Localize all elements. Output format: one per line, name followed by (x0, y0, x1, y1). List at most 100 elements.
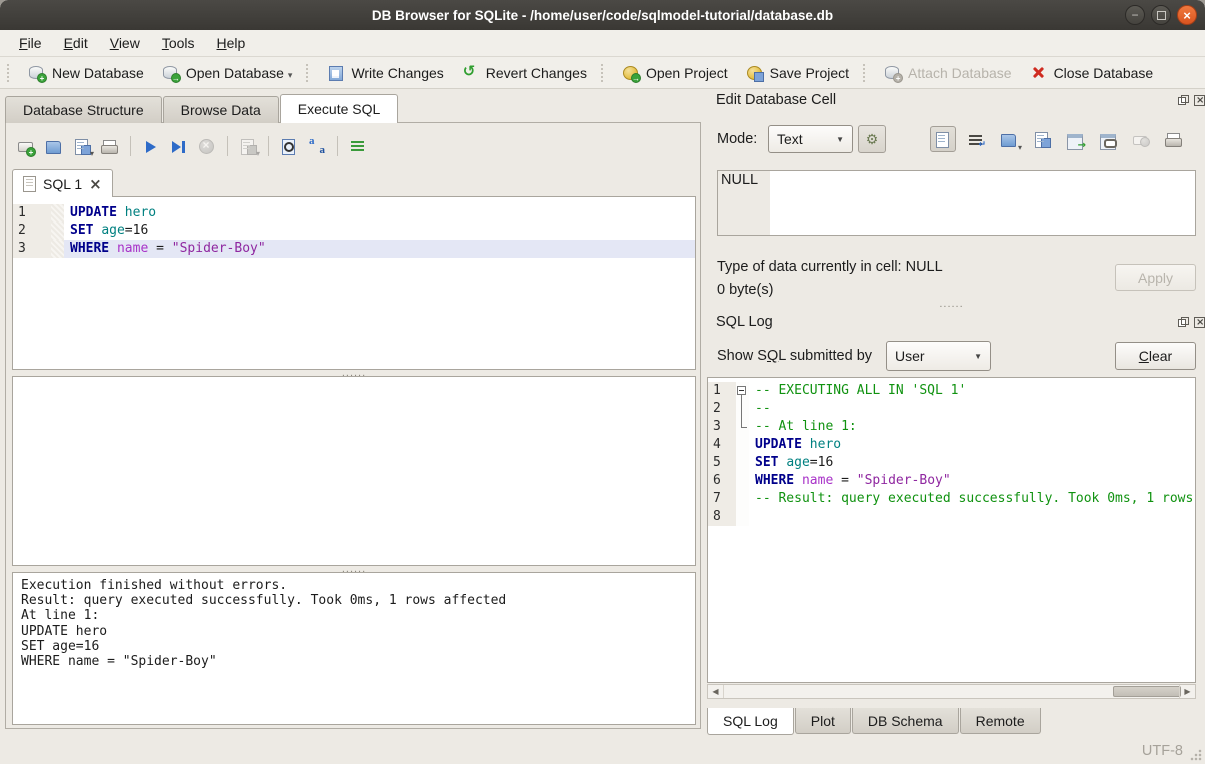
sql-file-icon (23, 176, 36, 192)
execution-message-pane[interactable]: Execution finished without errors. Resul… (12, 572, 696, 725)
code-text: UPDATE hero (749, 436, 1195, 454)
cell-type-info: Type of data currently in cell: NULL (717, 259, 943, 275)
word-wrap-button[interactable] (963, 126, 989, 152)
execute-current-line-button[interactable] (166, 134, 192, 158)
format-sql-button[interactable] (345, 134, 371, 158)
open-project-button[interactable]: →Open Project (613, 61, 737, 84)
token: SET (755, 455, 786, 470)
menu-file[interactable]: File (8, 32, 53, 54)
tab-browse-data[interactable]: Browse Data (163, 96, 279, 123)
import-from-file-button[interactable]: ▾ (996, 126, 1022, 152)
close-dock-icon[interactable] (1194, 317, 1205, 328)
clear-log-button[interactable]: Clear (1115, 342, 1196, 370)
sql-editor[interactable]: 1UPDATE hero2SET age=163WHERE name = "Sp… (12, 196, 696, 370)
menu-view[interactable]: View (99, 32, 151, 54)
execute-current-line-icon (170, 138, 188, 155)
new-database-button[interactable]: +New Database (19, 61, 153, 84)
new-tab-button[interactable]: + (13, 134, 39, 158)
menu-help[interactable]: Help (206, 32, 257, 54)
minimize-icon[interactable]: − (1125, 5, 1145, 25)
dock-tab-sql-log[interactable]: SQL Log (707, 708, 794, 735)
menu-edit[interactable]: Edit (53, 32, 99, 54)
mode-select[interactable]: Text ▼ (768, 125, 853, 153)
token: UPDATE (755, 437, 810, 452)
text-view-mode-button[interactable] (930, 126, 956, 152)
print-cell-button[interactable] (1161, 126, 1187, 152)
titlebar[interactable]: DB Browser for SQLite - /home/user/code/… (0, 0, 1205, 30)
sql-file-tab[interactable]: SQL 1 × (12, 169, 113, 197)
line-number: 6 (708, 472, 736, 490)
token: WHERE (755, 473, 802, 488)
tab-execute-sql[interactable]: Execute SQL (280, 94, 399, 123)
log-filter-select[interactable]: User ▼ (886, 341, 991, 371)
execute-all-icon (142, 138, 160, 155)
menu-tools[interactable]: Tools (151, 32, 206, 54)
db-close-icon (1030, 64, 1048, 81)
cell-value-editor[interactable]: NULL (717, 170, 1196, 236)
print-button[interactable] (97, 134, 123, 158)
revert-changes-button[interactable]: Revert Changes (453, 61, 596, 84)
token: WHERE (70, 241, 117, 256)
toolbar-button-label: Write Changes (351, 65, 443, 81)
project-open-icon: → (622, 64, 640, 81)
dock-tab-remote[interactable]: Remote (960, 708, 1041, 734)
tab-database-structure[interactable]: Database Structure (5, 96, 162, 123)
fold-margin (51, 204, 64, 222)
line-number: 3 (708, 418, 736, 436)
code-text: UPDATE hero (64, 204, 695, 222)
toolbar-separator (227, 136, 228, 156)
toolbar-button-label: Save Project (770, 65, 849, 81)
dock-tab-db-schema[interactable]: DB Schema (852, 708, 959, 734)
sql-log-view[interactable]: 1-- EXECUTING ALL IN 'SQL 1'2--3-- At li… (707, 377, 1196, 683)
fold-margin (736, 472, 749, 490)
save-sql-file-button[interactable]: ▾ (69, 134, 95, 158)
chevron-down-icon[interactable]: ▾ (288, 70, 293, 81)
maximize-icon[interactable] (1151, 5, 1171, 25)
save-results-button: ▾ (235, 134, 261, 158)
execute-all-button[interactable] (138, 134, 164, 158)
scrollbar-thumb[interactable] (1113, 686, 1181, 697)
line-number: 3 (13, 240, 51, 258)
format-sql-icon (349, 138, 367, 155)
code-line: 3WHERE name = "Spider-Boy" (13, 240, 695, 258)
close-dock-icon[interactable] (1194, 95, 1205, 106)
export-to-file-button[interactable] (1029, 126, 1055, 152)
close-database-button[interactable]: Close Database (1021, 61, 1163, 84)
open-sql-file-button[interactable] (41, 134, 67, 158)
close-icon[interactable]: × (1177, 5, 1197, 25)
find-replace-button[interactable] (304, 134, 330, 158)
resize-grip[interactable] (1190, 749, 1202, 761)
token: UPDATE (70, 205, 125, 220)
float-dock-icon[interactable] (1178, 317, 1189, 328)
tab-close-icon[interactable]: × (89, 177, 102, 191)
float-dock-icon[interactable] (1178, 95, 1189, 106)
dock-splitter[interactable]: ...... (707, 301, 1196, 307)
line-number: 1 (708, 382, 736, 400)
find-button[interactable] (276, 134, 302, 158)
token: name (117, 241, 148, 256)
edit-cell-dock-buttons (1178, 95, 1205, 106)
db-open-icon: → (162, 64, 180, 81)
encoding-indicator[interactable]: UTF-8 (1142, 743, 1183, 759)
save-project-button[interactable]: Save Project (737, 61, 858, 84)
fold-marker-icon[interactable] (736, 382, 749, 400)
code-text: WHERE name = "Spider-Boy" (749, 472, 1195, 490)
app-window: DB Browser for SQLite - /home/user/code/… (0, 0, 1205, 764)
link-data-button[interactable] (1095, 126, 1121, 152)
link-data-icon (1099, 131, 1117, 148)
toolbar-separator (601, 64, 608, 82)
log-horizontal-scrollbar[interactable]: ◀ ▶ (707, 684, 1196, 699)
open-database-button[interactable]: →Open Database▾ (153, 61, 302, 84)
open-in-app-button[interactable] (1062, 126, 1088, 152)
scroll-left-icon[interactable]: ◀ (708, 685, 724, 698)
chevron-down-icon: ▾ (90, 149, 94, 158)
cell-editor-toolbar: ▾ (930, 125, 1187, 153)
open-sql-file-icon (45, 138, 63, 155)
results-grid-pane[interactable] (12, 376, 696, 566)
dock-tab-plot[interactable]: Plot (795, 708, 851, 734)
set-as-null-button (1128, 126, 1154, 152)
write-changes-button[interactable]: Write Changes (318, 61, 452, 84)
scroll-right-icon[interactable]: ▶ (1179, 685, 1195, 698)
auto-apply-button[interactable]: ⚙ (858, 125, 886, 153)
db-attach-icon: + (884, 64, 902, 81)
